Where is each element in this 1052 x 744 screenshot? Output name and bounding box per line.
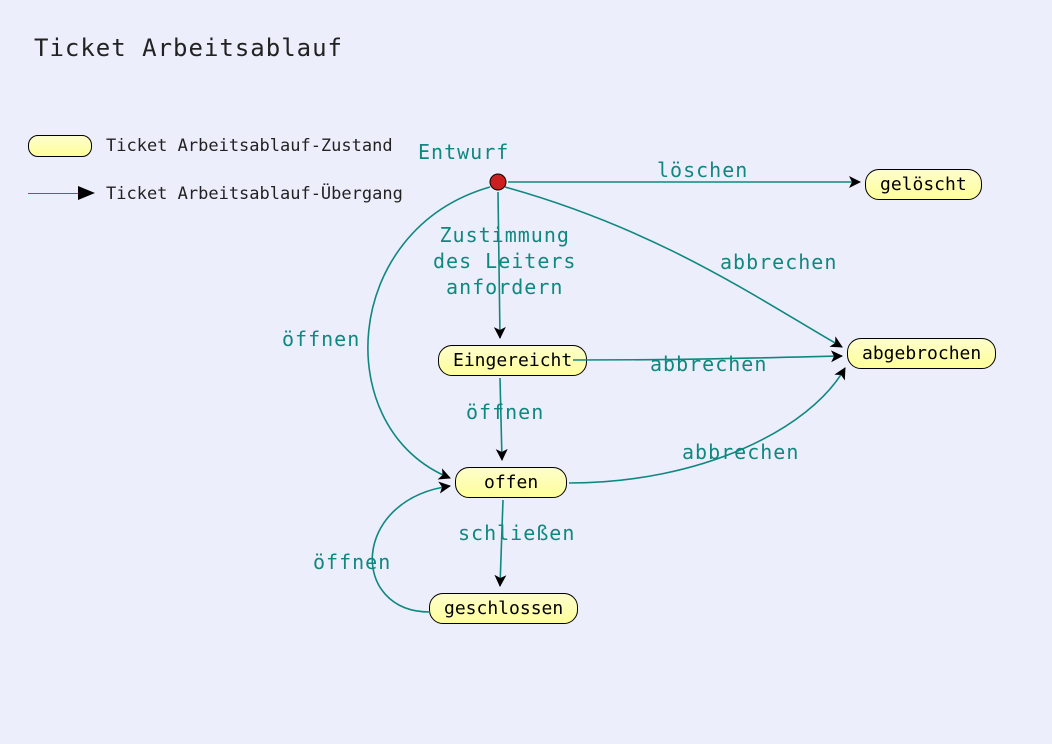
label-entwurf-abbrechen: abbrechen <box>720 250 837 274</box>
initial-state-label: Entwurf <box>418 140 509 164</box>
state-eingereicht: Eingereicht <box>438 345 587 376</box>
label-eingereicht-oeffnen: öffnen <box>466 400 544 424</box>
state-offen: offen <box>455 467 567 498</box>
label-entwurf-oeffnen: öffnen <box>282 327 360 351</box>
state-geloescht: gelöscht <box>865 169 982 200</box>
label-loeschen: löschen <box>657 158 748 182</box>
diagram-title: Ticket Arbeitsablauf <box>34 34 343 62</box>
legend-state-swatch <box>28 135 92 157</box>
label-eingereicht-abbrechen: abbrechen <box>650 352 767 376</box>
legend-state-label: Ticket Arbeitsablauf-Zustand <box>106 136 393 156</box>
legend-transition-label: Ticket Arbeitsablauf-Übergang <box>106 184 403 204</box>
state-abgebrochen: abgebrochen <box>847 338 996 369</box>
label-schliessen: schließen <box>458 521 575 545</box>
legend-transition-line <box>28 193 83 194</box>
label-offen-abbrechen: abbrechen <box>682 440 799 464</box>
state-geschlossen: geschlossen <box>429 593 578 624</box>
label-geschlossen-oeffnen: öffnen <box>313 550 391 574</box>
workflow-diagram: Ticket Arbeitsablauf Ticket Arbeitsablau… <box>0 0 1052 744</box>
label-zustimmung: Zustimmung des Leiters anfordern <box>433 222 576 300</box>
